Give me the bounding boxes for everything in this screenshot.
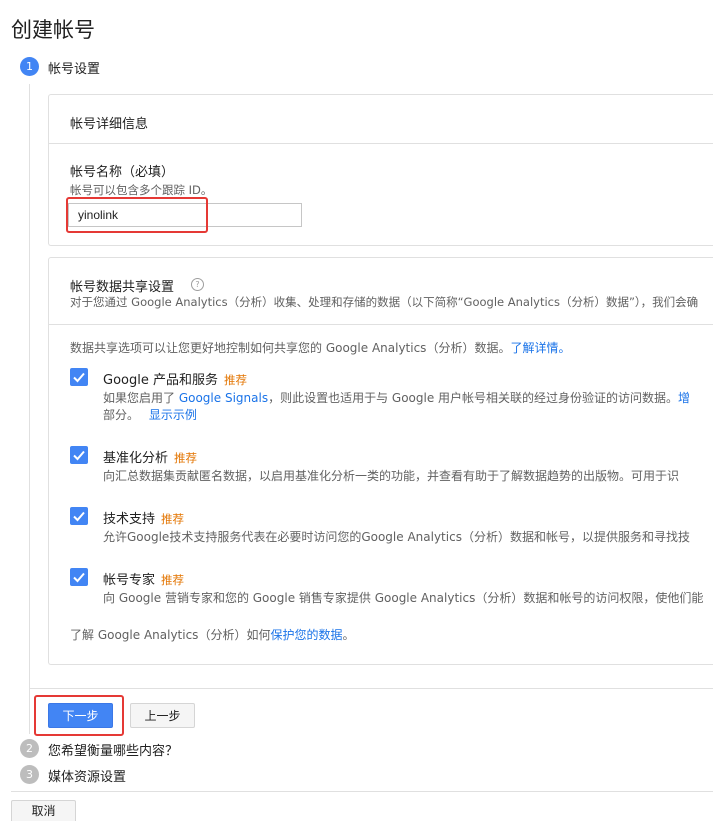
next-button[interactable]: 下一步 <box>48 703 113 728</box>
recommended-badge: 推荐 <box>174 451 198 465</box>
desc-text: ，则此设置也适用于与 Google 用户帐号相关联的经过身份验证的访问数据。 <box>268 391 679 405</box>
card-divider <box>49 324 713 325</box>
recommended-badge: 推荐 <box>223 373 247 387</box>
account-details-header: 帐号详细信息 <box>70 117 149 132</box>
back-button[interactable]: 上一步 <box>130 703 195 728</box>
footer-divider <box>11 791 713 792</box>
data-sharing-subtitle: 对于您通过 Google Analytics（分析）收集、处理和存储的数据（以下… <box>70 295 699 309</box>
intro-text: 数据共享选项可以让您更好地控制如何共享您的 Google Analytics（分… <box>70 341 511 355</box>
desc-text: 如果您启用了 <box>103 391 179 405</box>
page-title: 创建帐号 <box>11 18 95 42</box>
tech-support-desc: 允许Google技术支持服务代表在必要时访问您的Google Analytics… <box>103 530 690 544</box>
step-2-number: 2 <box>20 739 39 758</box>
desc-trailing-link[interactable]: 增 <box>678 391 690 405</box>
option-title: Google 产品和服务 <box>103 373 218 388</box>
desc-text: 部分。 <box>103 408 140 422</box>
check-icon <box>73 511 85 522</box>
google-products-desc: 如果您启用了 Google Signals，则此设置也适用于与 Google 用… <box>103 389 713 406</box>
step-2-label[interactable]: 您希望衡量哪些内容？ <box>48 740 178 759</box>
benchmarking-option: 基准化分析 推荐 <box>103 447 197 466</box>
footer-text: 。 <box>342 628 355 642</box>
help-circle-icon[interactable]: ? <box>191 278 204 291</box>
benchmarking-checkbox[interactable] <box>70 446 88 464</box>
step-3-label[interactable]: 媒体资源设置 <box>48 766 126 785</box>
account-specialists-desc: 向 Google 营销专家和您的 Google 销售专家提供 Google An… <box>103 591 704 605</box>
option-title: 技术支持 <box>103 512 156 527</box>
google-products-checkbox[interactable] <box>70 368 88 386</box>
account-name-hint: 帐号可以包含多个跟踪 ID。 <box>70 183 213 197</box>
data-protection-note: 了解 Google Analytics（分析）如何保护您的数据。 <box>70 626 354 643</box>
step-connector-line <box>29 84 30 734</box>
account-name-label: 帐号名称（必填） <box>70 165 175 180</box>
benchmarking-desc: 向汇总数据集贡献匿名数据，以启用基准化分析一类的功能，并查看有助于了解数据趋势的… <box>103 469 680 483</box>
option-title: 帐号专家 <box>103 573 156 588</box>
check-icon <box>73 450 85 461</box>
tech-support-checkbox[interactable] <box>70 507 88 525</box>
account-name-input[interactable] <box>68 203 302 227</box>
step-3-number: 3 <box>20 765 39 784</box>
protect-data-link[interactable]: 保护您的数据 <box>270 628 342 642</box>
data-sharing-header: 帐号数据共享设置 <box>70 280 175 295</box>
learn-more-link[interactable]: 了解详情。 <box>510 341 570 355</box>
show-example-link[interactable]: 显示示例 <box>149 408 197 422</box>
recommended-badge: 推荐 <box>161 573 185 587</box>
google-signals-link[interactable]: Google Signals <box>179 391 268 405</box>
account-specialists-checkbox[interactable] <box>70 568 88 586</box>
google-products-desc-line2: 部分。 显示示例 <box>103 406 197 423</box>
section-divider <box>30 688 713 689</box>
step-1-number: 1 <box>20 57 39 76</box>
step-1-label: 帐号设置 <box>48 62 101 77</box>
account-specialists-option: 帐号专家 推荐 <box>103 569 184 588</box>
google-products-option: Google 产品和服务 推荐 <box>103 369 247 388</box>
recommended-badge: 推荐 <box>161 512 185 526</box>
cancel-button[interactable]: 取消 <box>11 800 76 821</box>
tech-support-option: 技术支持 推荐 <box>103 508 184 527</box>
check-icon <box>73 572 85 583</box>
footer-text: 了解 Google Analytics（分析）如何 <box>70 628 271 642</box>
data-sharing-intro: 数据共享选项可以让您更好地控制如何共享您的 Google Analytics（分… <box>70 339 570 356</box>
option-title: 基准化分析 <box>103 451 169 466</box>
card-divider <box>49 143 713 144</box>
check-icon <box>73 372 85 383</box>
